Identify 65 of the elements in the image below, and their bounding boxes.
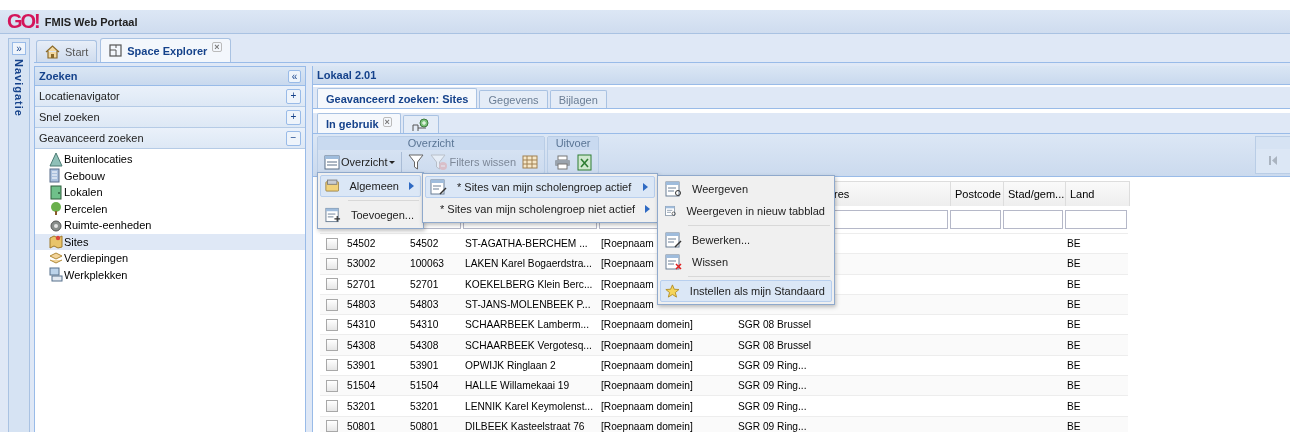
table-cell: 51504 — [347, 380, 376, 392]
table-cell: 54502 — [347, 238, 376, 250]
table-cell: 53002 — [347, 258, 376, 270]
table-cell: 54308 — [347, 339, 376, 351]
table-cell: [Roepnaam domein] — [601, 420, 693, 432]
table-cell: BE — [1067, 299, 1081, 311]
table-cell: LENNIK Karel Keymolenst... — [465, 400, 593, 412]
table-cell: ST-JANS-MOLENBEEK P... — [465, 299, 591, 311]
table-cell: BE — [1067, 380, 1081, 392]
table-cell: SGR 09 Ring... — [738, 420, 807, 432]
table-cell: 54502 — [410, 238, 439, 250]
table-cell: 54310 — [347, 319, 376, 331]
table-cell: 52701 — [410, 278, 439, 290]
table-cell: 54308 — [410, 339, 439, 351]
table-cell: BE — [1067, 420, 1081, 432]
table-cell: LAKEN Karel Bogaerdstra... — [465, 258, 592, 270]
table-cell: 52701 — [347, 278, 376, 290]
table-cell: 53201 — [410, 400, 439, 412]
table-cell: BE — [1067, 339, 1081, 351]
table-cell: [Roepnaam — [601, 299, 654, 311]
table-cell: SCHAARBEEK Lamberm... — [465, 319, 589, 331]
table-cell: [Roepnaam — [601, 278, 654, 290]
table-cell: BE — [1067, 258, 1081, 270]
table-cell: 54310 — [410, 319, 439, 331]
panel-title: Lokaal 2.01 — [317, 69, 377, 81]
logo: GO! — [7, 10, 39, 33]
table-cell: SGR 09 Ring... — [738, 359, 807, 371]
table-cell: BE — [1067, 238, 1081, 250]
table-cell: [Roepnaam domein] — [601, 359, 693, 371]
table-cell: [Roepnaam domein] — [601, 339, 693, 351]
table-cell: [Roepnaam domein] — [601, 380, 693, 392]
table-cell: 54803 — [410, 299, 439, 311]
table-cell: [Roepnaam domein] — [601, 400, 693, 412]
table-cell: SGR 08 Brussel — [738, 339, 812, 351]
table-cell: 53201 — [347, 400, 376, 412]
table-cell: HALLE Willamekaai 19 — [465, 380, 570, 392]
section-title: Snel zoeken — [39, 111, 100, 123]
table-cell: BE — [1067, 319, 1081, 331]
table-cell: 50801 — [410, 420, 439, 432]
table-cell: [Roepnaam domein] — [601, 319, 693, 331]
section-title: Geavanceerd zoeken — [39, 132, 144, 144]
table-cell: 51504 — [410, 380, 439, 392]
table-cell: KOEKELBERG Klein Berc... — [465, 278, 593, 290]
table-cell: SGR 09 Ring... — [738, 400, 807, 412]
table-cell: 53901 — [347, 359, 376, 371]
table-cell: 53901 — [410, 359, 439, 371]
table-cell: [Roepnaam — [601, 258, 654, 270]
table-cell: SGR 08 Brussel — [738, 319, 812, 331]
table-cell: BE — [1067, 359, 1081, 371]
table-cell: 100063 — [410, 258, 444, 270]
group-title: Uitvoer — [548, 137, 599, 150]
section-title: Locatienavigator — [39, 90, 120, 102]
table-cell: DILBEEK Kasteelstraat 76 — [465, 420, 585, 432]
table-cell: [Roepnaam — [601, 238, 654, 250]
table-cell: BE — [1067, 400, 1081, 412]
table-cell: SCHAARBEEK Vergotesq... — [465, 339, 592, 351]
table-cell: 54803 — [347, 299, 376, 311]
table-cell: OPWIJK Ringlaan 2 — [465, 359, 556, 371]
table-cell: ST-AGATHA-BERCHEM ... — [465, 238, 588, 250]
group-title: Overzicht — [318, 137, 545, 150]
table-cell: 50801 — [347, 420, 376, 432]
table-cell: BE — [1067, 278, 1081, 290]
table-cell: SGR 09 Ring... — [738, 380, 807, 392]
app-title: FMIS Web Portaal — [44, 15, 138, 28]
panel-title: Zoeken — [39, 70, 78, 82]
